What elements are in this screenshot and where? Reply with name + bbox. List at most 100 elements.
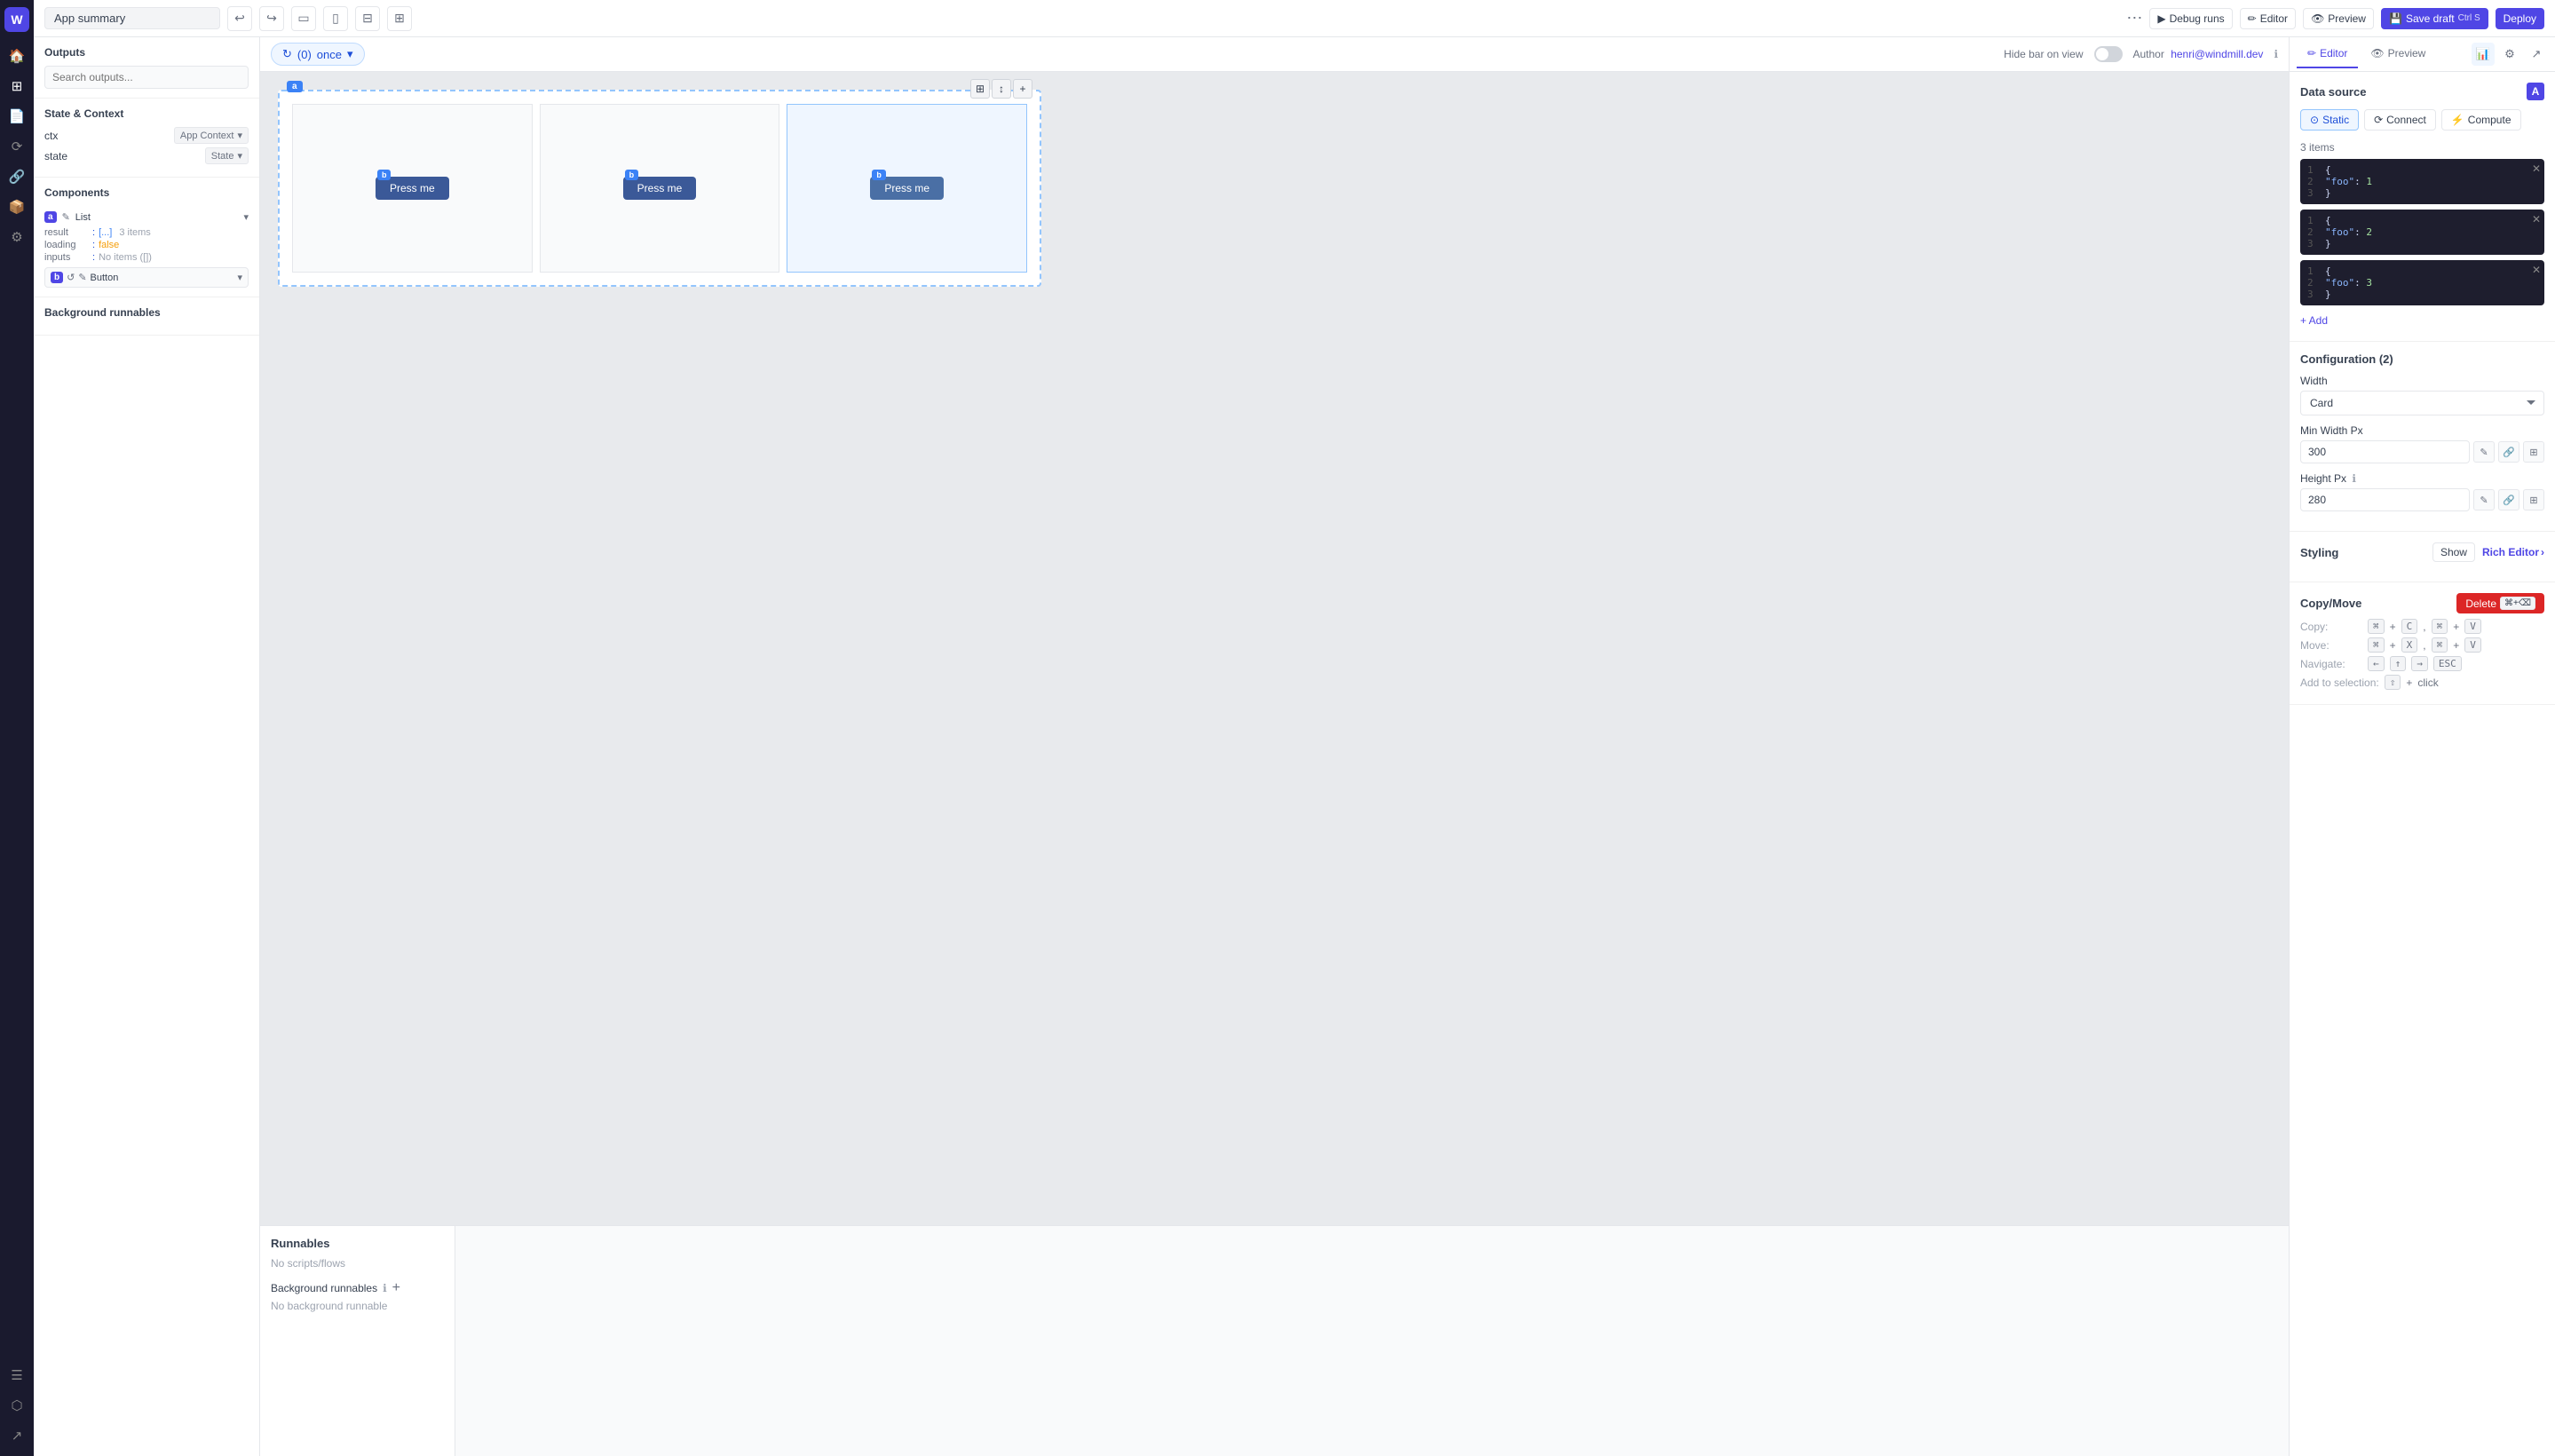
copy-move-title: Copy/Move (2300, 597, 2361, 610)
bg-info-icon[interactable]: ℹ (383, 1282, 387, 1294)
nav-settings-icon[interactable]: ⚙ (4, 224, 30, 250)
redo-button[interactable]: ↪ (259, 6, 284, 31)
height-input[interactable] (2300, 488, 2470, 511)
hide-bar-toggle[interactable] (2094, 46, 2123, 62)
topbar: ↩ ↪ ▭ ▯ ⊟ ⊞ ⋯ ▶ Debug runs ✏ Editor 👁 Pr… (34, 0, 2555, 37)
move-shortcut-1: ⌘ (2368, 637, 2385, 653)
ctx-badge[interactable]: App Context ▾ (174, 127, 249, 144)
preview-tab-button[interactable]: 👁 Preview (2303, 8, 2374, 29)
move-v-key: V (2464, 637, 2481, 653)
ctx-label: ctx (44, 130, 58, 142)
nav-github-icon[interactable]: ⬡ (4, 1392, 30, 1419)
press-me-button-1[interactable]: b Press me (376, 177, 449, 200)
press-me-button-3[interactable]: b Press me (870, 177, 944, 200)
nav-apps-icon[interactable]: ⊞ (4, 73, 30, 99)
add-item-button[interactable]: + Add (2300, 311, 2328, 330)
min-width-edit-icon[interactable]: ✎ (2473, 441, 2495, 463)
canvas-content[interactable]: a ⊞ ↕ + b Press me (260, 72, 2289, 1225)
nav-resources-icon[interactable]: 🔗 (4, 163, 30, 190)
data-source-icon-btn[interactable]: 📊 (2472, 43, 2495, 66)
settings-icon-btn[interactable]: ⚙ (2498, 43, 2521, 66)
nav-right-key: → (2411, 656, 2428, 671)
move-shortcut-2: ⌘ (2432, 637, 2448, 653)
height-info-icon[interactable]: ℹ (2352, 472, 2356, 485)
data-source-title: Data source A (2300, 83, 2544, 100)
connect-tab[interactable]: ⟳ Connect (2364, 109, 2436, 131)
height-clear-icon[interactable]: ⊞ (2523, 489, 2544, 510)
copy-shortcut-2: ⌘ (2432, 619, 2448, 634)
frequency-pill[interactable]: ↻ (0) once ▾ (271, 43, 365, 66)
components-title: Components (44, 186, 109, 199)
card-item-2: b Press me (540, 104, 780, 273)
preview-tab[interactable]: 👁 Preview (2360, 40, 2436, 68)
copy-shortcut-row: Copy: ⌘ + C , ⌘ + V (2300, 619, 2544, 634)
width-select[interactable]: Card (2300, 391, 2544, 415)
state-badge[interactable]: State ▾ (205, 147, 249, 164)
nav-scripts-icon[interactable]: 📄 (4, 103, 30, 130)
layout-btn-1[interactable]: ▭ (291, 6, 316, 31)
remove-item-1-button[interactable]: ✕ (2532, 162, 2541, 175)
result-row: result : [...] 3 items (44, 226, 249, 239)
press-me-button-2[interactable]: b Press me (623, 177, 697, 200)
sub-dropdown-icon: ▾ (237, 272, 242, 283)
sub-component-badge: b (51, 272, 63, 283)
layout-btn-3[interactable]: ⊟ (355, 6, 380, 31)
list-ctrl-move-icon[interactable]: ↕ (992, 79, 1011, 99)
list-ctrl-grid-icon[interactable]: ⊞ (970, 79, 990, 99)
component-info: result : [...] 3 items loading : false i… (44, 226, 249, 264)
data-source-corner-btn[interactable]: A (2527, 83, 2544, 100)
btn-badge-2: b (625, 170, 639, 180)
btn-badge-1: b (377, 170, 392, 180)
editor-tab-button[interactable]: ✏ Editor (2240, 8, 2296, 29)
pencil-icon[interactable]: ✎ (62, 211, 70, 223)
nav-home-icon[interactable]: 🏠 (4, 43, 30, 69)
list-ctrl-add-icon[interactable]: + (1013, 79, 1032, 99)
remove-item-3-button[interactable]: ✕ (2532, 264, 2541, 276)
list-controls: ⊞ ↕ + (970, 79, 1032, 99)
state-context-title: State & Context (44, 107, 249, 120)
author-email: henri@windmill.dev (2171, 48, 2263, 60)
list-container-badge: a (287, 81, 303, 92)
nav-variables-icon[interactable]: 📦 (4, 194, 30, 220)
outputs-title: Outputs (44, 46, 249, 59)
component-toggle-icon[interactable]: ▾ (243, 211, 249, 223)
right-panel-arrow-btn[interactable]: ↗ (2525, 43, 2548, 66)
more-options-icon[interactable]: ⋯ (2126, 9, 2142, 28)
nav-esc-key: ESC (2433, 656, 2462, 671)
sub-component-row[interactable]: b ↺ ✎ Button ▾ (44, 267, 249, 288)
static-tab[interactable]: ⊙ Static (2300, 109, 2359, 131)
height-link-icon[interactable]: 🔗 (2498, 489, 2519, 510)
rich-editor-link[interactable]: Rich Editor › (2482, 546, 2544, 558)
compute-tab[interactable]: ⚡ Compute (2441, 109, 2521, 131)
app-logo[interactable]: W (4, 7, 29, 32)
height-field: Height Px ℹ ✎ 🔗 ⊞ (2300, 472, 2544, 511)
outputs-search-input[interactable] (44, 66, 249, 89)
no-bg-runnable-label: No background runnable (271, 1300, 444, 1312)
min-width-input[interactable] (2300, 440, 2470, 463)
debug-runs-button[interactable]: ▶ Debug runs (2149, 8, 2232, 29)
save-draft-button[interactable]: 💾 Save draft Ctrl S (2381, 8, 2488, 29)
remove-item-2-button[interactable]: ✕ (2532, 213, 2541, 226)
editor-tab[interactable]: ✏ Editor (2297, 40, 2358, 68)
components-section: Components a ✎ List ▾ result : [...] 3 (34, 178, 259, 297)
deploy-button[interactable]: Deploy (2496, 8, 2544, 29)
nav-expand-icon[interactable]: ↗ (4, 1422, 30, 1449)
min-width-link-icon[interactable]: 🔗 (2498, 441, 2519, 463)
author-info-icon[interactable]: ℹ (2274, 48, 2278, 60)
min-width-clear-icon[interactable]: ⊞ (2523, 441, 2544, 463)
nav-audit-icon[interactable]: ☰ (4, 1362, 30, 1389)
inputs-colon: : (92, 252, 95, 263)
move-label: Move: (2300, 639, 2362, 652)
styling-show-button[interactable]: Show (2432, 542, 2475, 562)
delete-button[interactable]: Delete ⌘+⌫ (2456, 593, 2544, 613)
undo-button[interactable]: ↩ (227, 6, 252, 31)
outputs-section: Outputs (34, 37, 259, 99)
height-edit-icon[interactable]: ✎ (2473, 489, 2495, 510)
nav-flows-icon[interactable]: ⟳ (4, 133, 30, 160)
layout-btn-4[interactable]: ⊞ (387, 6, 412, 31)
loading-value: false (99, 240, 119, 250)
add-bg-runnable-button[interactable]: + (392, 1280, 400, 1296)
app-title-input[interactable] (44, 7, 220, 29)
layout-btn-2[interactable]: ▯ (323, 6, 348, 31)
min-width-label: Min Width Px (2300, 424, 2544, 437)
